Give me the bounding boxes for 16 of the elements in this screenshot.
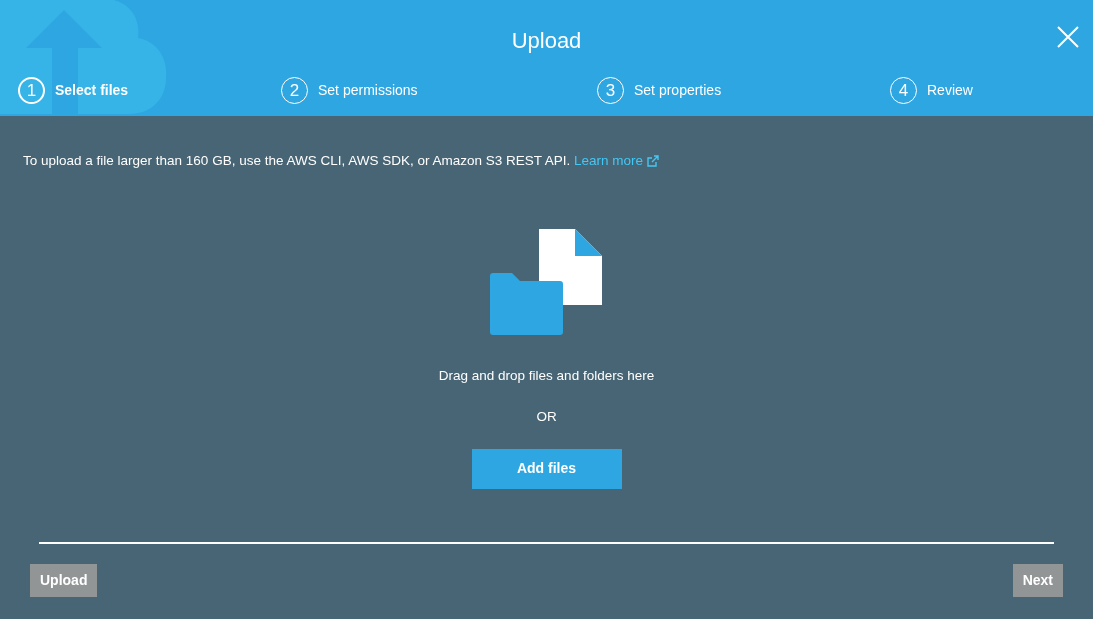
step-number: 2: [281, 77, 308, 104]
close-button[interactable]: [1057, 26, 1079, 48]
step-tab[interactable]: 4 Review: [890, 77, 973, 104]
dialog-title: Upload: [511, 27, 582, 55]
file-folder-icon: [490, 229, 603, 336]
step-tab[interactable]: 2 Set permissions: [281, 77, 418, 104]
learn-more-link[interactable]: Learn more: [574, 151, 660, 172]
notice-text: To upload a file larger than 160 GB, use the AWS CLI, AWS SDK, or Amazon S3 REST API.: [23, 153, 572, 168]
add-files-button[interactable]: Add files: [471, 448, 622, 489]
close-icon: [1057, 26, 1079, 48]
external-link-icon: [647, 155, 660, 168]
drop-hint: Drag and drop files and folders here: [438, 367, 655, 386]
or-separator: OR: [536, 407, 557, 426]
step-tab[interactable]: 3 Set properties: [597, 77, 722, 104]
step-number: 1: [18, 77, 45, 104]
step-tab[interactable]: 1 Select files: [18, 77, 129, 104]
